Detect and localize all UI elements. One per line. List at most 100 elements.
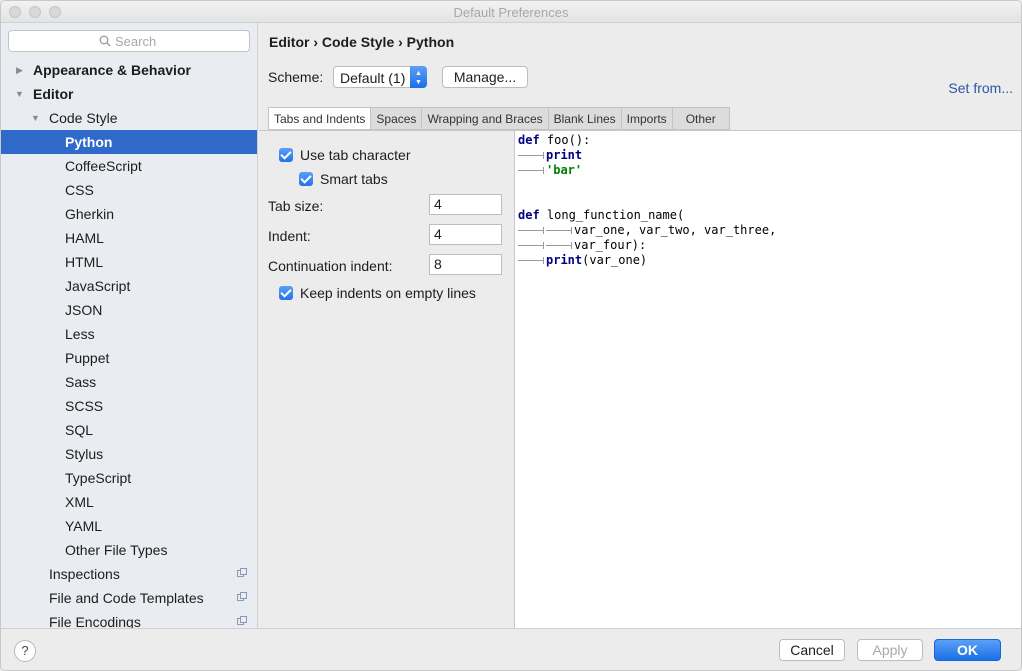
sidebar-item-less[interactable]: Less — [1, 322, 257, 346]
code-line: var_one, var_two, var_three, — [518, 223, 776, 238]
sidebar-item-label: SQL — [65, 422, 94, 438]
sidebar-item-python[interactable]: Python — [1, 130, 257, 154]
tab-marker-icon — [518, 148, 546, 163]
use-tab-character-label: Use tab character — [300, 147, 411, 163]
sidebar-item-json[interactable]: JSON — [1, 298, 257, 322]
code-line: def long_function_name( — [518, 208, 684, 223]
sidebar-item-typescript[interactable]: TypeScript — [1, 466, 257, 490]
code-token: print — [546, 148, 583, 162]
sidebar-item-label: Puppet — [65, 350, 110, 366]
sidebar-item-javascript[interactable]: JavaScript — [1, 274, 257, 298]
code-token: def — [518, 133, 540, 147]
sidebar-item-css[interactable]: CSS — [1, 178, 257, 202]
code-style-tabs: Tabs and Indents Spaces Wrapping and Bra… — [268, 107, 730, 130]
use-tab-character-option[interactable]: Use tab character — [279, 146, 411, 164]
sidebar-item-editor[interactable]: ▼ Editor — [1, 82, 257, 106]
sidebar-item-inspections[interactable]: Inspections — [1, 562, 257, 586]
sidebar-item-stylus[interactable]: Stylus — [1, 442, 257, 466]
tab-tabs-and-indents[interactable]: Tabs and Indents — [268, 107, 372, 130]
sidebar-item-scss[interactable]: SCSS — [1, 394, 257, 418]
search-input[interactable]: Search — [8, 30, 250, 52]
sidebar-item-label: Python — [65, 134, 113, 150]
continuation-indent-field[interactable]: 8 — [429, 254, 502, 275]
scheme-select[interactable]: Default (1) ▲ ▼ — [333, 66, 427, 88]
settings-content: Editor › Code Style › Python Scheme: Def… — [259, 23, 1021, 629]
sidebar-item-xml[interactable]: XML — [1, 490, 257, 514]
code-line: 'bar' — [518, 163, 582, 178]
sidebar-item-code-style[interactable]: ▼ Code Style — [1, 106, 257, 130]
collapse-arrow-icon[interactable]: ▼ — [15, 82, 24, 106]
tab-marker-icon — [518, 238, 546, 253]
sidebar-item-label: HAML — [65, 230, 104, 246]
code-token: var_four): — [574, 238, 647, 252]
tab-blank-lines[interactable]: Blank Lines — [548, 107, 622, 130]
sidebar-item-sql[interactable]: SQL — [1, 418, 257, 442]
sidebar-item-label: Sass — [65, 374, 97, 390]
indent-field[interactable]: 4 — [429, 224, 502, 245]
title-bar: Default Preferences — [1, 1, 1021, 23]
cancel-button[interactable]: Cancel — [779, 639, 845, 661]
keep-indents-label: Keep indents on empty lines — [300, 285, 476, 301]
sidebar-item-label: Less — [65, 326, 95, 342]
apply-button[interactable]: Apply — [857, 639, 923, 661]
sidebar-item-label: CoffeeScript — [65, 158, 142, 174]
dialog-button-bar: ? Cancel Apply OK — [1, 628, 1021, 670]
sidebar-item-sass[interactable]: Sass — [1, 370, 257, 394]
code-line: var_four): — [518, 238, 646, 253]
sidebar-item-yaml[interactable]: YAML — [1, 514, 257, 538]
sidebar-item-html[interactable]: HTML — [1, 250, 257, 274]
smart-tabs-label: Smart tabs — [320, 171, 388, 187]
smart-tabs-checkbox[interactable] — [299, 172, 313, 186]
scheme-label: Scheme: — [268, 69, 324, 85]
sidebar-item-coffeescript[interactable]: CoffeeScript — [1, 154, 257, 178]
tab-marker-icon — [546, 223, 574, 238]
code-token: (var_one) — [582, 253, 648, 267]
sidebar-item-gherkin[interactable]: Gherkin — [1, 202, 257, 226]
window-title: Default Preferences — [453, 5, 569, 20]
tab-wrapping-and-braces[interactable]: Wrapping and Braces — [422, 107, 549, 130]
breadcrumb: Editor › Code Style › Python — [269, 34, 455, 50]
search-placeholder: Search — [115, 34, 157, 49]
smart-tabs-option[interactable]: Smart tabs — [299, 170, 388, 188]
sidebar-item-appearance-behavior[interactable]: ▶ Appearance & Behavior — [1, 58, 257, 82]
code-token: 'bar' — [546, 163, 583, 177]
indent-label: Indent: — [268, 228, 311, 244]
sidebar-item-label: YAML — [65, 518, 103, 534]
code-token: long_function_name( — [546, 208, 685, 222]
sidebar-item-label: Stylus — [65, 446, 104, 462]
collapse-arrow-icon[interactable]: ▼ — [31, 106, 40, 130]
code-token: var_one, var_two, var_three, — [574, 223, 777, 237]
sidebar-item-file-code-templates[interactable]: File and Code Templates — [1, 586, 257, 610]
sidebar-item-file-encodings[interactable]: File Encodings — [1, 610, 257, 628]
sidebar-item-other-file-types[interactable]: Other File Types — [1, 538, 257, 562]
tab-imports[interactable]: Imports — [621, 107, 673, 130]
code-line: print — [518, 148, 582, 163]
tab-marker-icon — [518, 223, 546, 238]
indent-options: Use tab character Smart tabs Tab size: 4… — [259, 131, 514, 629]
set-from-link[interactable]: Set from... — [948, 80, 1013, 96]
continuation-indent-label: Continuation indent: — [268, 258, 393, 274]
tab-marker-icon — [546, 238, 574, 253]
sidebar-item-label: Appearance & Behavior — [33, 62, 191, 78]
ok-button[interactable]: OK — [934, 639, 1001, 661]
select-arrows-icon: ▲ ▼ — [410, 66, 427, 88]
expand-arrow-icon[interactable]: ▶ — [16, 58, 23, 82]
settings-tree: ▶ Appearance & Behavior ▼ Editor ▼ Code … — [1, 58, 257, 628]
code-preview[interactable]: def foo(): print 'bar' def long_function… — [514, 131, 1021, 629]
keep-indents-option[interactable]: Keep indents on empty lines — [279, 284, 476, 302]
sidebar-item-haml[interactable]: HAML — [1, 226, 257, 250]
sidebar-item-puppet[interactable]: Puppet — [1, 346, 257, 370]
tab-spaces[interactable]: Spaces — [371, 107, 423, 130]
tab-other[interactable]: Other — [672, 107, 730, 130]
code-line: print(var_one) — [518, 253, 647, 268]
sidebar-item-label: Editor — [33, 86, 74, 102]
sidebar-item-label: File and Code Templates — [49, 590, 204, 606]
sidebar-item-label: Code Style — [49, 110, 118, 126]
keep-indents-checkbox[interactable] — [279, 286, 293, 300]
help-button[interactable]: ? — [14, 640, 36, 662]
tab-size-label: Tab size: — [268, 198, 324, 214]
use-tab-character-checkbox[interactable] — [279, 148, 293, 162]
project-copy-icon — [237, 592, 247, 601]
manage-button[interactable]: Manage... — [442, 66, 528, 88]
tab-size-field[interactable]: 4 — [429, 194, 502, 215]
